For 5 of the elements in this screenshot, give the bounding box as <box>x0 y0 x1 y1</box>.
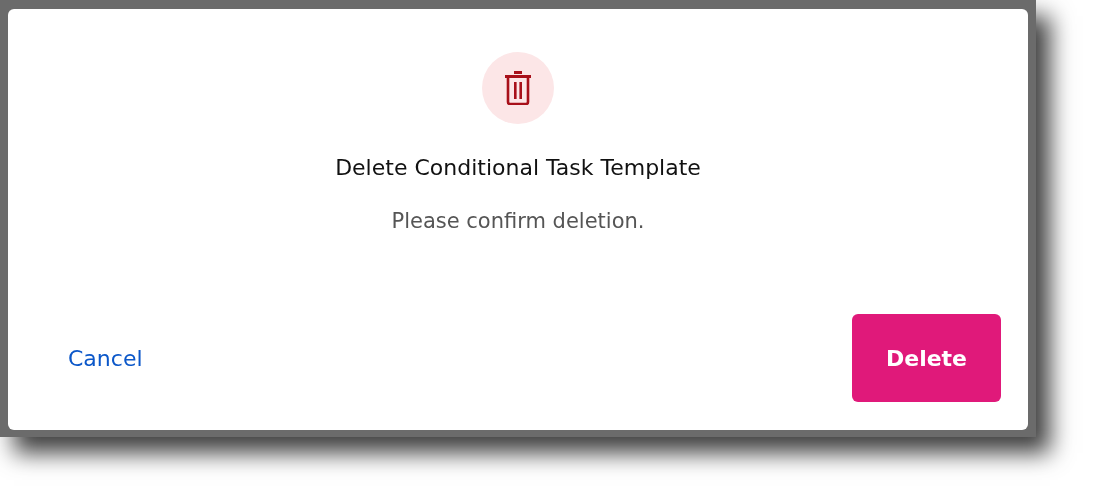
dialog-title: Delete Conditional Task Template <box>335 154 701 182</box>
dialog-message: Please confirm deletion. <box>391 208 645 235</box>
trash-icon <box>505 71 531 105</box>
delete-button[interactable]: Delete <box>852 314 1001 402</box>
cancel-link[interactable]: Cancel <box>60 337 151 379</box>
